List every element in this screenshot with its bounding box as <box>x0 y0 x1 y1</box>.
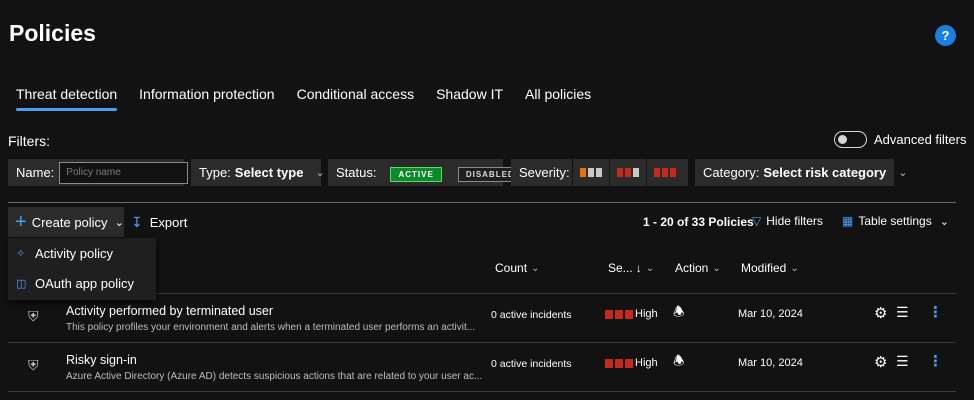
tab-information-protection[interactable]: Information protection <box>139 86 274 114</box>
export-button[interactable]: ↧ Export <box>131 207 187 237</box>
create-policy-button[interactable]: + Create policy ⌄ <box>8 207 124 237</box>
tab-conditional-access[interactable]: Conditional access <box>297 86 415 114</box>
policy-count: 1 - 20 of 33 Policies <box>643 215 754 229</box>
list-icon[interactable]: ☰ <box>896 353 909 370</box>
policy-type-icon: ⛨ <box>28 357 39 373</box>
bell-icon: 🕭 <box>673 304 685 319</box>
column-count-label: Count <box>495 261 528 275</box>
column-action[interactable]: Action ⌄ <box>675 261 721 275</box>
category-filter-value: Select risk category <box>763 165 887 180</box>
status-filter: Status: ACTIVE DISABLED <box>328 159 523 186</box>
chevron-down-icon: ⌄ <box>712 262 721 274</box>
name-filter-label: Name: <box>16 165 55 180</box>
hide-filters-button[interactable]: ▽ Hide filters <box>752 214 823 228</box>
bell-icon: 🕭 <box>673 353 685 368</box>
policy-incidents[interactable]: 0 active incidents <box>491 309 572 321</box>
policy-modified: Mar 10, 2024 <box>738 357 803 369</box>
chevron-down-icon: ⌄ <box>114 216 124 229</box>
more-options-icon[interactable]: ⋮ <box>928 303 943 321</box>
gear-icon[interactable]: ⚙ <box>874 353 887 371</box>
policy-severity: High <box>635 308 658 320</box>
download-icon: ↧ <box>131 213 143 230</box>
hide-filters-label: Hide filters <box>766 214 823 228</box>
advanced-filters-label: Advanced filters <box>874 132 967 147</box>
severity-high-icon <box>605 310 633 319</box>
policy-severity: High <box>635 357 658 369</box>
policy-name[interactable]: Risky sign-in <box>66 353 137 367</box>
tab-shadow-it[interactable]: Shadow IT <box>436 86 503 114</box>
activity-icon: ✧ <box>16 247 26 260</box>
sort-down-icon: ↓ <box>635 261 642 275</box>
chevron-down-icon: ⌄ <box>531 262 540 274</box>
gear-icon[interactable]: ⚙ <box>874 304 887 322</box>
column-severity[interactable]: Se... ↓ ⌄ <box>608 261 654 275</box>
menu-item-oauth-app-policy[interactable]: ◫ OAuth app policy <box>8 268 156 298</box>
policy-type-icon: ⛨ <box>28 308 39 324</box>
advanced-filters-toggle[interactable] <box>834 131 867 148</box>
status-filter-label: Status: <box>336 165 377 180</box>
plus-icon: + <box>15 211 27 233</box>
severity-filter-label: Severity: <box>519 165 570 180</box>
category-filter[interactable]: Category: Select risk category ⌄ <box>695 159 907 186</box>
column-action-label: Action <box>675 261 709 275</box>
chevron-down-icon: ⌄ <box>315 167 325 179</box>
policy-name[interactable]: Activity performed by terminated user <box>66 304 273 318</box>
tab-threat-detection[interactable]: Threat detection <box>16 86 118 114</box>
chevron-down-icon: ⌄ <box>790 262 799 274</box>
more-options-icon[interactable]: ⋮ <box>928 352 943 370</box>
severity-filter: Severity: <box>511 159 688 186</box>
chevron-down-icon: ⌄ <box>898 167 908 179</box>
policy-description: This policy profiles your environment an… <box>66 322 476 333</box>
status-active-badge[interactable]: ACTIVE <box>390 167 442 182</box>
row-divider <box>8 391 956 392</box>
column-modified[interactable]: Modified ⌄ <box>741 261 799 275</box>
tab-all-policies[interactable]: All policies <box>525 86 591 114</box>
severity-high-button[interactable] <box>647 168 683 177</box>
table-settings-label: Table settings <box>858 214 932 228</box>
table-row[interactable]: ⛨ Risky sign-in Azure Active Directory (… <box>8 343 956 391</box>
table-row[interactable]: ⛨ Activity performed by terminated user … <box>8 294 956 342</box>
chevron-down-icon: ⌄ <box>939 215 949 228</box>
policy-incidents[interactable]: 0 active incidents <box>491 358 572 370</box>
menu-item-activity-policy[interactable]: ✧ Activity policy <box>8 238 156 268</box>
divider <box>8 202 956 203</box>
list-icon[interactable]: ☰ <box>896 304 909 321</box>
menu-item-label: Activity policy <box>35 245 114 261</box>
funnel-icon: ▽ <box>752 214 762 228</box>
column-severity-label: Se... <box>608 261 633 275</box>
filters-label: Filters: <box>8 133 50 149</box>
category-filter-label: Category: <box>703 165 760 180</box>
create-policy-label: Create policy <box>31 214 108 230</box>
name-filter: Name: <box>8 159 189 186</box>
severity-high-icon <box>605 359 633 368</box>
export-label: Export <box>149 214 188 230</box>
column-modified-label: Modified <box>741 261 787 275</box>
policy-name-input[interactable] <box>59 161 189 184</box>
table-icon: ▦ <box>842 214 854 228</box>
page-title: Policies <box>9 20 96 46</box>
policy-modified: Mar 10, 2024 <box>738 308 803 320</box>
severity-medium-button[interactable] <box>610 168 646 177</box>
create-policy-menu: ✧ Activity policy ◫ OAuth app policy <box>8 238 156 300</box>
type-filter-value: Select type <box>234 165 304 180</box>
chevron-down-icon: ⌄ <box>645 262 655 274</box>
app-icon: ◫ <box>16 277 27 290</box>
column-count[interactable]: Count ⌄ <box>495 261 539 275</box>
severity-low-button[interactable] <box>573 168 609 177</box>
advanced-filters[interactable]: Advanced filters <box>834 131 967 148</box>
type-filter[interactable]: Type: Select type ⌄ <box>191 159 325 186</box>
table-settings-button[interactable]: ▦ Table settings ⌄ <box>842 214 949 228</box>
policy-tabs: Threat detection Information protection … <box>16 86 613 114</box>
type-filter-label: Type: <box>199 165 231 180</box>
help-button[interactable]: ? <box>935 25 956 46</box>
menu-item-label: OAuth app policy <box>35 275 135 291</box>
policy-description: Azure Active Directory (Azure AD) detect… <box>66 371 483 382</box>
